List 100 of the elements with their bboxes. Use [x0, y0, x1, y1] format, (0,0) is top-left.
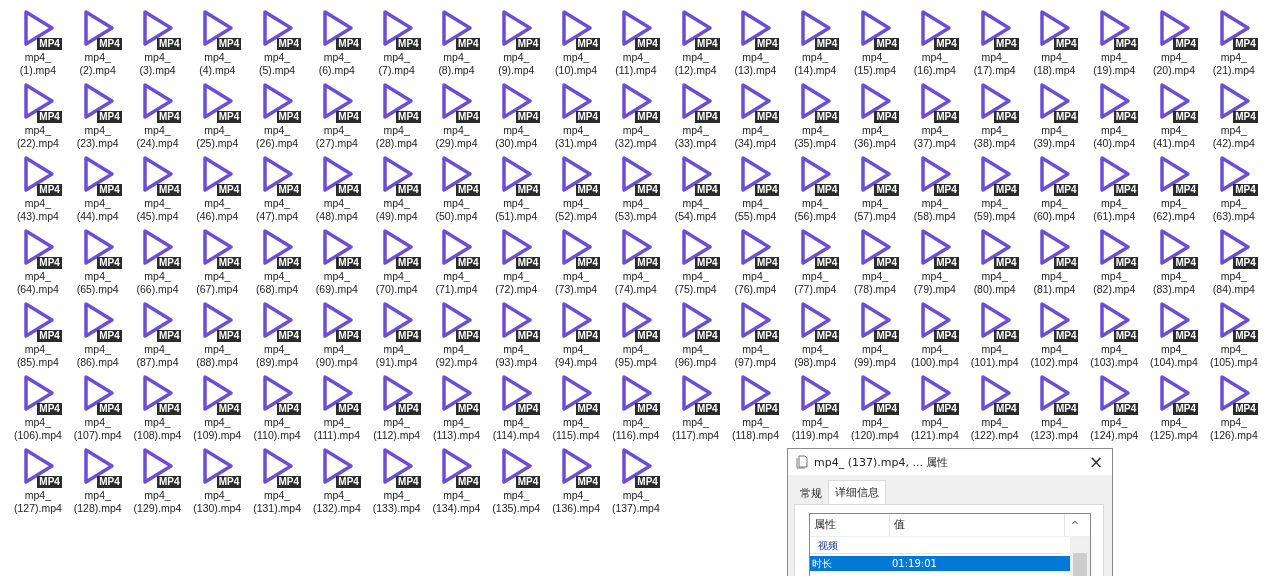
file-name[interactable]: mp4_ (30).mp4: [488, 124, 545, 150]
file-name[interactable]: mp4_ (118).mp4: [727, 416, 784, 442]
file-name[interactable]: mp4_ (6).mp4: [308, 51, 365, 77]
file-name[interactable]: mp4_ (132).mp4: [308, 489, 365, 515]
file-name[interactable]: mp4_ (79).mp4: [906, 270, 963, 296]
file-name[interactable]: mp4_ (44).mp4: [69, 197, 126, 223]
file-name[interactable]: mp4_ (103).mp4: [1086, 343, 1143, 369]
file-name[interactable]: mp4_ (16).mp4: [906, 51, 963, 77]
file-name[interactable]: mp4_ (105).mp4: [1205, 343, 1262, 369]
file-name[interactable]: mp4_ (12).mp4: [667, 51, 724, 77]
file-name[interactable]: mp4_ (89).mp4: [249, 343, 306, 369]
file-name[interactable]: mp4_ (92).mp4: [428, 343, 485, 369]
file-name[interactable]: mp4_ (17).mp4: [966, 51, 1023, 77]
file-name[interactable]: mp4_ (78).mp4: [847, 270, 904, 296]
file-name[interactable]: mp4_ (64).mp4: [9, 270, 66, 296]
file-name[interactable]: mp4_ (2).mp4: [69, 51, 126, 77]
file-name[interactable]: mp4_ (136).mp4: [548, 489, 605, 515]
file-name[interactable]: mp4_ (80).mp4: [966, 270, 1023, 296]
file-name[interactable]: mp4_ (5).mp4: [249, 51, 306, 77]
file-name[interactable]: mp4_ (3).mp4: [129, 51, 186, 77]
file-name[interactable]: mp4_ (70).mp4: [368, 270, 425, 296]
file-name[interactable]: mp4_ (13).mp4: [727, 51, 784, 77]
file-name[interactable]: mp4_ (65).mp4: [69, 270, 126, 296]
file-name[interactable]: mp4_ (91).mp4: [368, 343, 425, 369]
file-name[interactable]: mp4_ (110).mp4: [249, 416, 306, 442]
file-name[interactable]: mp4_ (97).mp4: [727, 343, 784, 369]
file-name[interactable]: mp4_ (81).mp4: [1026, 270, 1083, 296]
file-name[interactable]: mp4_ (135).mp4: [488, 489, 545, 515]
file-name[interactable]: mp4_ (69).mp4: [308, 270, 365, 296]
file-name[interactable]: mp4_ (90).mp4: [308, 343, 365, 369]
file-name[interactable]: mp4_ (85).mp4: [9, 343, 66, 369]
file-name[interactable]: mp4_ (128).mp4: [69, 489, 126, 515]
file-name[interactable]: mp4_ (9).mp4: [488, 51, 545, 77]
file-name[interactable]: mp4_ (37).mp4: [906, 124, 963, 150]
file-name[interactable]: mp4_ (33).mp4: [667, 124, 724, 150]
file-name[interactable]: mp4_ (83).mp4: [1146, 270, 1203, 296]
file-name[interactable]: mp4_ (23).mp4: [69, 124, 126, 150]
file-name[interactable]: mp4_ (28).mp4: [368, 124, 425, 150]
file-name[interactable]: mp4_ (59).mp4: [966, 197, 1023, 223]
file-name[interactable]: mp4_ (129).mp4: [129, 489, 186, 515]
file-name[interactable]: mp4_ (52).mp4: [548, 197, 605, 223]
file-name[interactable]: mp4_ (53).mp4: [607, 197, 664, 223]
file-name[interactable]: mp4_ (95).mp4: [607, 343, 664, 369]
file-name[interactable]: mp4_ (39).mp4: [1026, 124, 1083, 150]
file-name[interactable]: mp4_ (120).mp4: [847, 416, 904, 442]
file-name[interactable]: mp4_ (94).mp4: [548, 343, 605, 369]
file-name[interactable]: mp4_ (26).mp4: [249, 124, 306, 150]
file-name[interactable]: mp4_ (96).mp4: [667, 343, 724, 369]
file-name[interactable]: mp4_ (51).mp4: [488, 197, 545, 223]
file-name[interactable]: mp4_ (7).mp4: [368, 51, 425, 77]
file-name[interactable]: mp4_ (106).mp4: [9, 416, 66, 442]
file-name[interactable]: mp4_ (98).mp4: [787, 343, 844, 369]
file-name[interactable]: mp4_ (47).mp4: [249, 197, 306, 223]
file-name[interactable]: mp4_ (93).mp4: [488, 343, 545, 369]
file-name[interactable]: mp4_ (38).mp4: [966, 124, 1023, 150]
file-name[interactable]: mp4_ (11).mp4: [607, 51, 664, 77]
file-name[interactable]: mp4_ (58).mp4: [906, 197, 963, 223]
file-name[interactable]: mp4_ (72).mp4: [488, 270, 545, 296]
file-name[interactable]: mp4_ (107).mp4: [69, 416, 126, 442]
file-name[interactable]: mp4_ (32).mp4: [607, 124, 664, 150]
file-name[interactable]: mp4_ (42).mp4: [1205, 124, 1262, 150]
file-name[interactable]: mp4_ (10).mp4: [548, 51, 605, 77]
file-name[interactable]: mp4_ (99).mp4: [847, 343, 904, 369]
file-name[interactable]: mp4_ (56).mp4: [787, 197, 844, 223]
file-name[interactable]: mp4_ (48).mp4: [308, 197, 365, 223]
file-name[interactable]: mp4_ (43).mp4: [9, 197, 66, 223]
file-name[interactable]: mp4_ (66).mp4: [129, 270, 186, 296]
file-name[interactable]: mp4_ (117).mp4: [667, 416, 724, 442]
file-name[interactable]: mp4_ (34).mp4: [727, 124, 784, 150]
file-name[interactable]: mp4_ (41).mp4: [1146, 124, 1203, 150]
file-name[interactable]: mp4_ (24).mp4: [129, 124, 186, 150]
file-name[interactable]: mp4_ (46).mp4: [189, 197, 246, 223]
file-name[interactable]: mp4_ (76).mp4: [727, 270, 784, 296]
file-name[interactable]: mp4_ (75).mp4: [667, 270, 724, 296]
file-name[interactable]: mp4_ (130).mp4: [189, 489, 246, 515]
file-name[interactable]: mp4_ (55).mp4: [727, 197, 784, 223]
tab[interactable]: 常规: [794, 482, 828, 504]
file-name[interactable]: mp4_ (108).mp4: [129, 416, 186, 442]
column-header[interactable]: 属性: [810, 514, 890, 536]
file-name[interactable]: mp4_ (112).mp4: [368, 416, 425, 442]
file-name[interactable]: mp4_ (87).mp4: [129, 343, 186, 369]
file-name[interactable]: mp4_ (35).mp4: [787, 124, 844, 150]
file-name[interactable]: mp4_ (84).mp4: [1205, 270, 1262, 296]
file-name[interactable]: mp4_ (114).mp4: [488, 416, 545, 442]
file-name[interactable]: mp4_ (73).mp4: [548, 270, 605, 296]
file-name[interactable]: mp4_ (68).mp4: [249, 270, 306, 296]
file-name[interactable]: mp4_ (134).mp4: [428, 489, 485, 515]
file-name[interactable]: mp4_ (125).mp4: [1146, 416, 1203, 442]
file-name[interactable]: mp4_ (4).mp4: [189, 51, 246, 77]
file-name[interactable]: mp4_ (86).mp4: [69, 343, 126, 369]
file-name[interactable]: mp4_ (14).mp4: [787, 51, 844, 77]
file-name[interactable]: mp4_ (19).mp4: [1086, 51, 1143, 77]
file-name[interactable]: mp4_ (133).mp4: [368, 489, 425, 515]
file-name[interactable]: mp4_ (71).mp4: [428, 270, 485, 296]
file-name[interactable]: mp4_ (119).mp4: [787, 416, 844, 442]
file-name[interactable]: mp4_ (126).mp4: [1205, 416, 1262, 442]
file-name[interactable]: mp4_ (25).mp4: [189, 124, 246, 150]
file-name[interactable]: mp4_ (29).mp4: [428, 124, 485, 150]
file-name[interactable]: mp4_ (115).mp4: [548, 416, 605, 442]
file-name[interactable]: mp4_ (57).mp4: [847, 197, 904, 223]
